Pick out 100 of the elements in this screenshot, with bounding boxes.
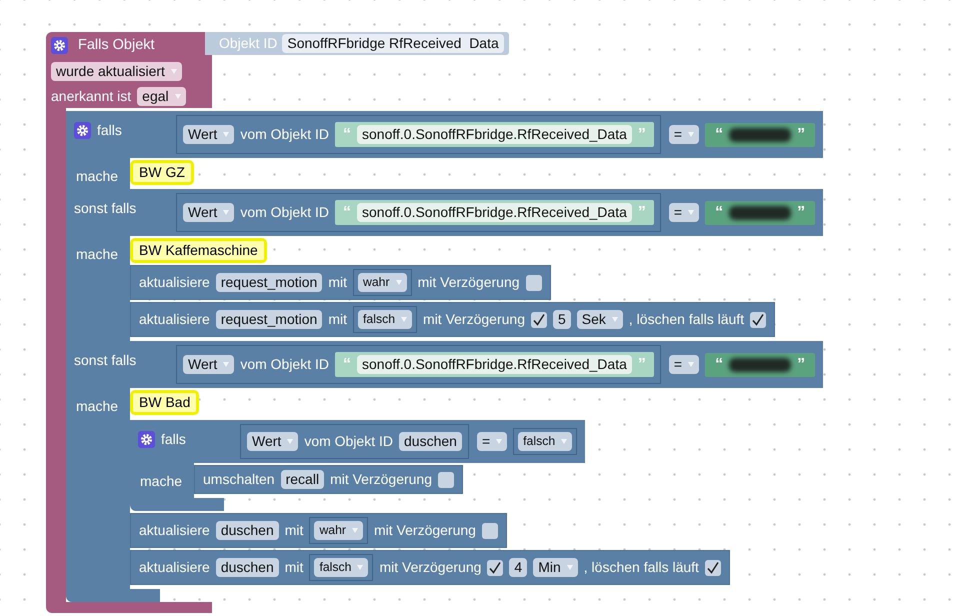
block-label: mit Verzögerung: [330, 470, 432, 489]
operator-dropdown[interactable]: =: [476, 432, 508, 451]
caret-icon: [357, 565, 364, 570]
redaction-mark: [729, 358, 792, 372]
quote-mark: ”: [797, 204, 806, 220]
dropdown-field[interactable]: Wert: [183, 125, 234, 144]
checkbox[interactable]: [438, 472, 454, 488]
checkbox[interactable]: [530, 312, 547, 328]
checkbox[interactable]: [482, 522, 498, 538]
dropdown-field[interactable]: wahr: [358, 273, 407, 292]
block-label: falls: [161, 430, 186, 449]
block-label: mit: [284, 521, 304, 540]
checkbox[interactable]: [750, 312, 766, 328]
block-label: anerkannt ist: [51, 86, 132, 106]
block-label: aktualisiere: [139, 521, 210, 540]
dropdown-field[interactable]: falsch: [314, 558, 368, 577]
text-field[interactable]: sonoff.0.SonoffRFbridge.RfReceived_Data: [357, 125, 632, 144]
dropdown-field[interactable]: falsch: [518, 432, 572, 451]
block-label: vom Objekt ID: [240, 355, 330, 374]
quote-mark: “: [715, 356, 724, 372]
comment-block: BW Kaffemaschine: [130, 238, 267, 263]
number-field[interactable]: 4: [509, 558, 528, 577]
comment-block: BW Bad: [130, 390, 200, 415]
checkbox[interactable]: [487, 560, 504, 576]
dropdown-field[interactable]: Wert: [247, 432, 298, 451]
redaction-mark: [729, 128, 792, 142]
caret-icon: [287, 439, 294, 444]
operator-dropdown[interactable]: =: [668, 355, 700, 374]
block-label: mit Verzögerung: [379, 558, 482, 577]
checkbox[interactable]: [526, 274, 542, 290]
block-label: vom Objekt ID: [304, 432, 394, 451]
redaction-mark: [729, 206, 792, 220]
dropdown-field[interactable]: Wert: [183, 203, 234, 222]
caret-icon: [496, 439, 502, 444]
block-label: vom Objekt ID: [240, 125, 330, 144]
block-label: aktualisiere: [139, 558, 210, 577]
caret-icon: [396, 280, 402, 285]
quote-mark: “: [343, 204, 352, 220]
block-label: mit: [328, 310, 348, 329]
object-field[interactable]: request_motion: [216, 310, 322, 329]
block-label: sonst falls: [74, 351, 136, 370]
block-label: umschalten: [203, 470, 275, 489]
dropdown-field[interactable]: Wert: [183, 355, 234, 374]
object-field[interactable]: duschen: [399, 432, 462, 451]
caret-icon: [612, 317, 618, 322]
quote-mark: ”: [797, 356, 806, 372]
gear-icon[interactable]: [138, 431, 155, 448]
block-label: sonst falls: [74, 199, 136, 218]
dropdown-field[interactable]: wahr: [314, 521, 363, 540]
caret-icon: [561, 439, 568, 444]
dropdown-field[interactable]: Min: [533, 558, 578, 577]
dropdown-field[interactable]: Sek: [576, 310, 623, 329]
block-label: , löschen falls läuft: [628, 310, 744, 329]
caret-icon: [223, 210, 230, 215]
block-label: mache: [76, 168, 118, 184]
block-label: mit Verzögerung: [418, 273, 520, 292]
caret-icon: [170, 68, 177, 74]
dropdown-field[interactable]: egal: [137, 86, 186, 106]
quote-mark: ”: [797, 126, 806, 142]
block-label: , löschen falls läuft: [584, 558, 699, 577]
number-field[interactable]: 5: [552, 310, 571, 329]
text-field[interactable]: sonoff.0.SonoffRFbridge.RfReceived_Data: [357, 203, 632, 222]
block-label: falls: [97, 121, 122, 140]
quote-mark: “: [715, 126, 724, 142]
gear-icon[interactable]: [51, 37, 68, 54]
checkbox[interactable]: [704, 560, 721, 576]
object-field[interactable]: SonoffRFbridge RfReceived Data: [282, 34, 504, 53]
block-label: mache: [76, 398, 118, 414]
block-label: mit: [328, 273, 348, 292]
caret-icon: [352, 528, 358, 533]
gear-icon[interactable]: [74, 122, 91, 139]
quote-mark: “: [343, 356, 352, 372]
comment-block: BW GZ: [130, 160, 194, 185]
caret-icon: [223, 362, 230, 367]
object-field[interactable]: duschen: [216, 521, 279, 540]
block-label: mit Verzögerung: [374, 521, 476, 540]
dropdown-field[interactable]: falsch: [358, 310, 412, 329]
caret-icon: [401, 317, 408, 322]
operator-dropdown[interactable]: =: [668, 203, 700, 222]
caret-icon: [688, 132, 694, 137]
dropdown-field[interactable]: wurde aktualisiert: [51, 62, 182, 81]
quote-mark: “: [343, 126, 352, 142]
quote-mark: “: [715, 204, 724, 220]
block-label: Objekt ID: [219, 34, 278, 53]
object-field[interactable]: recall: [280, 470, 324, 489]
quote-mark: ”: [638, 204, 646, 220]
caret-icon: [566, 565, 573, 570]
block-label: vom Objekt ID: [240, 203, 330, 222]
block-title: Falls Objekt: [77, 36, 155, 55]
quote-mark: ”: [638, 126, 646, 142]
caret-icon: [688, 362, 694, 367]
block-label: aktualisiere: [139, 310, 210, 329]
object-field[interactable]: request_motion: [216, 273, 322, 292]
object-field[interactable]: duschen: [216, 558, 279, 577]
block-label: mit Verzögerung: [423, 310, 525, 329]
quote-mark: ”: [638, 356, 646, 372]
caret-icon: [223, 132, 230, 137]
operator-dropdown[interactable]: =: [668, 125, 700, 144]
block-label: aktualisiere: [139, 273, 210, 292]
text-field[interactable]: sonoff.0.SonoffRFbridge.RfReceived_Data: [357, 355, 632, 374]
